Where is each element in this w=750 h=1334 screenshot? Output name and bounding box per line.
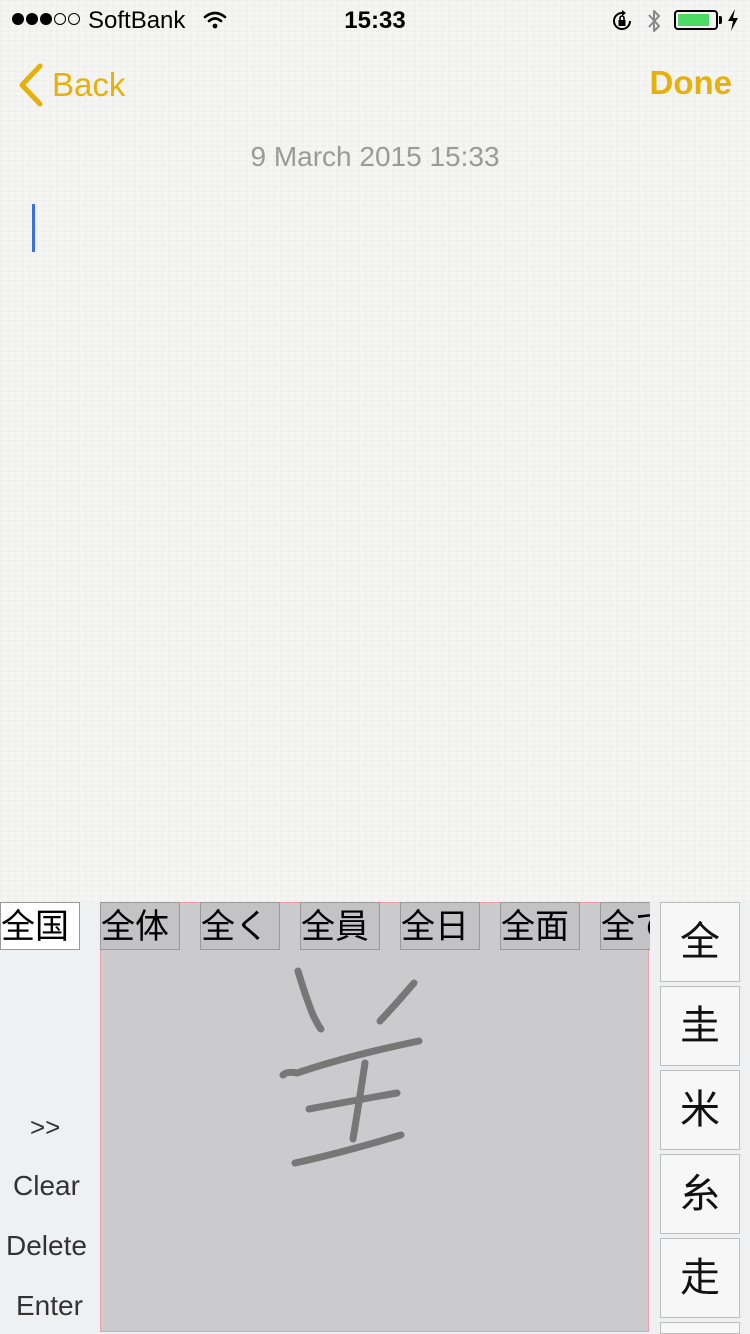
back-button-label: Back [52, 66, 126, 103]
text-cursor [32, 204, 35, 252]
character-candidate-key[interactable]: 糸 [660, 1154, 740, 1234]
battery-tip [719, 16, 722, 24]
rotation-lock-icon [613, 10, 631, 30]
character-candidate-key[interactable]: 圭 [660, 986, 740, 1066]
charging-bolt-icon [728, 9, 738, 31]
status-clock: 15:33 [344, 7, 406, 34]
note-text-area[interactable] [28, 195, 722, 885]
candidate-word[interactable]: 全員 [300, 902, 380, 950]
candidate-bar: 全国 全体 全く 全員 全日 全面 全て [0, 902, 650, 952]
candidate-word[interactable]: 全国 [0, 902, 80, 950]
enter-button[interactable]: Enter [16, 1290, 83, 1322]
handwriting-canvas[interactable] [100, 902, 649, 1332]
candidate-word[interactable]: 全体 [100, 902, 180, 950]
candidate-word[interactable]: 全面 [500, 902, 580, 950]
handwritten-strokes [279, 967, 423, 1167]
candidate-word[interactable]: 全く [200, 902, 280, 950]
character-candidate-key[interactable]: 走 [660, 1238, 740, 1318]
character-candidate-key[interactable]: 全 [660, 902, 740, 982]
battery-fill [678, 14, 709, 26]
candidate-word[interactable]: 全て [600, 902, 650, 950]
more-candidates-button[interactable]: >> [30, 1112, 60, 1143]
status-bar: SoftBank 15:33 [0, 0, 750, 40]
candidate-word[interactable]: 全日 [400, 902, 480, 950]
delete-button[interactable]: Delete [6, 1230, 87, 1262]
note-date: 9 March 2015 15:33 [250, 141, 500, 172]
done-button[interactable]: Done [650, 64, 733, 102]
battery-icon [674, 10, 718, 30]
character-candidate-key-partial[interactable] [660, 1322, 740, 1334]
back-button[interactable]: Back [18, 60, 125, 110]
handwriting-keyboard: 全国 全体 全く 全員 全日 全面 全て >> Clear Delete Ent… [0, 902, 750, 1334]
character-candidate-key[interactable]: 米 [660, 1070, 740, 1150]
chevron-left-icon [19, 63, 43, 107]
bluetooth-icon [648, 10, 660, 32]
clear-button[interactable]: Clear [13, 1170, 80, 1202]
